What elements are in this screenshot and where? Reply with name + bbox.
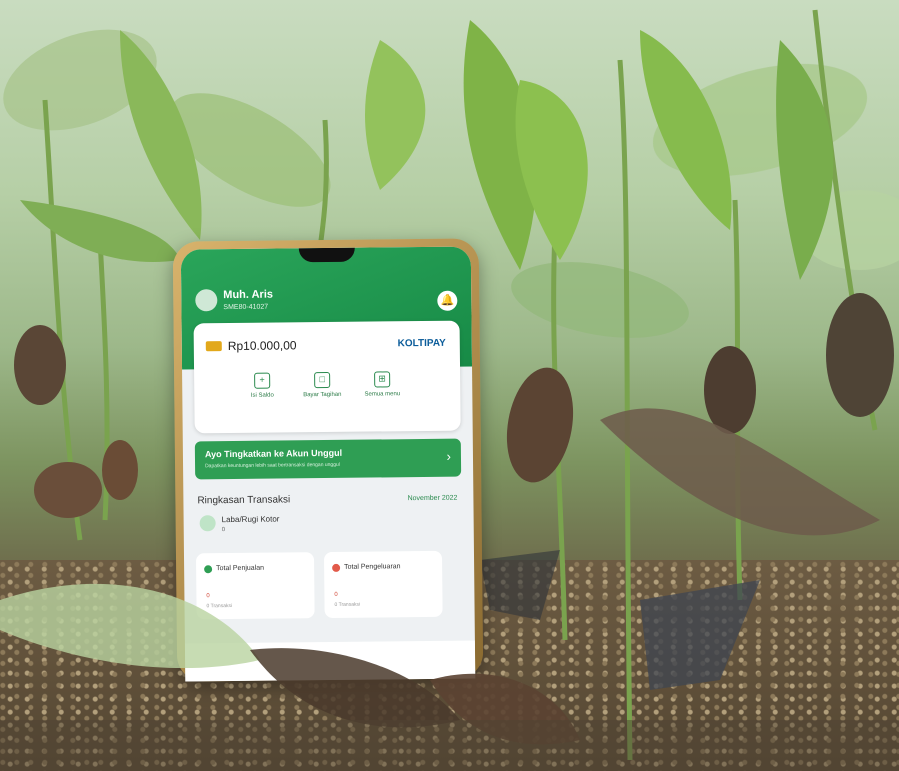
profit-value: 0: [221, 527, 226, 534]
chevron-right-icon: ›: [446, 448, 452, 464]
expense-label: Total Pengeluaran: [344, 563, 401, 571]
phone-screen: Muh. Aris SME80-41027 🔔 Rp10.000,00 KOLT…: [180, 246, 476, 682]
smartphone: Muh. Aris SME80-41027 🔔 Rp10.000,00 KOLT…: [172, 238, 484, 682]
menu-label: Semua menu: [364, 391, 401, 398]
camera-notch: [298, 247, 355, 263]
sales-value: 0: [206, 593, 210, 600]
month-selector: November 2022: [407, 494, 458, 503]
sales-count: 0 Transaksi: [206, 603, 233, 610]
bottom-nav: [184, 640, 476, 682]
balance: Rp10.000,00: [227, 338, 297, 354]
expense-box: Total Pengeluaran 0 0 Transaksi: [323, 550, 443, 619]
photo: Muh. Aris SME80-41027 🔔 Rp10.000,00 KOLT…: [0, 0, 899, 771]
minus-icon: [332, 563, 341, 572]
section-title: Ringkasan Transaksi: [197, 494, 291, 507]
sales-box: Total Penjualan 0 0 Transaksi: [195, 552, 315, 620]
menu-topup: + Isi Saldo: [232, 372, 292, 399]
brand-logo: KOLTIPAY: [397, 337, 446, 350]
wallet-icon: [205, 341, 222, 352]
bag-icon: □: [314, 371, 331, 389]
user-id: SME80-41027: [223, 303, 269, 312]
bell-icon: 🔔: [437, 290, 458, 311]
expense-value: 0: [334, 591, 338, 598]
check-icon: [204, 565, 213, 574]
avatar: [195, 289, 218, 312]
menu-label: Bayar Tagihan: [303, 391, 342, 399]
chart-icon: [199, 515, 216, 532]
user-name: Muh. Aris: [223, 288, 274, 302]
banner-title: Ayo Tingkatkan ke Akun Unggul: [204, 447, 343, 460]
banner-subtitle: Dapatkan keuntungan lebih saat bertransa…: [205, 461, 340, 470]
grid-icon: ⊞: [374, 371, 391, 388]
polybags: [480, 550, 760, 690]
profit-label: Laba/Rugi Kotor: [221, 514, 280, 525]
menu-all: ⊞ Semua menu: [352, 371, 412, 398]
menu-label: Isi Saldo: [250, 392, 274, 399]
wallet-card: Rp10.000,00 KOLTIPAY + Isi Saldo □ Bayar…: [193, 320, 461, 434]
menu-pay: □ Bayar Tagihan: [292, 371, 352, 399]
upgrade-banner: Ayo Tingkatkan ke Akun Unggul Dapatkan k…: [194, 438, 462, 480]
plus-icon: +: [254, 372, 271, 389]
expense-count: 0 Transaksi: [334, 601, 361, 608]
sales-label: Total Penjualan: [216, 564, 265, 573]
